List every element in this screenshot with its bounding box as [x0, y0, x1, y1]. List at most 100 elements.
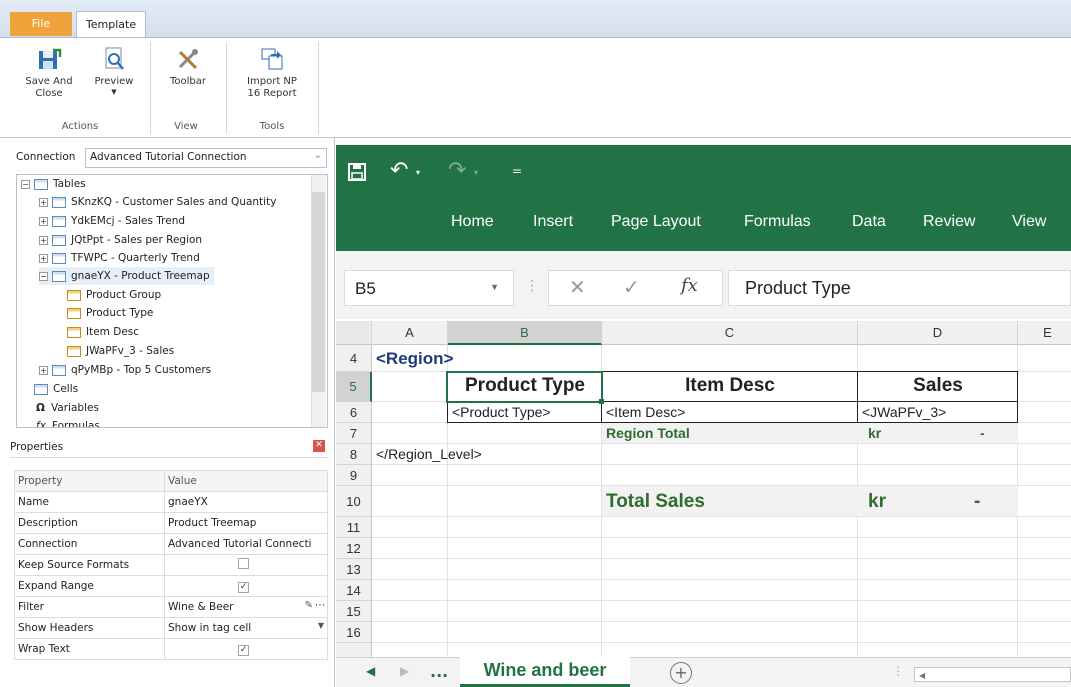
chevron-down-icon[interactable]: ▼: [490, 282, 499, 292]
connection-select[interactable]: Advanced Tutorial Connection ⌄: [85, 148, 327, 168]
toolbar-button[interactable]: Toolbar: [160, 40, 216, 88]
tree-node-formulas[interactable]: fx Formulas: [21, 417, 100, 427]
property-row[interactable]: Expand Range ✓: [14, 575, 328, 597]
cell-d6[interactable]: <JWaPFv_3>: [862, 404, 946, 420]
tree-node-variables[interactable]: Ω Variables: [21, 399, 99, 417]
expand-icon[interactable]: +: [39, 253, 48, 263]
tree-scrollbar-thumb[interactable]: [312, 192, 325, 392]
property-row[interactable]: Name gnaeYX: [14, 491, 328, 513]
collapse-icon[interactable]: −: [21, 179, 30, 189]
row-header[interactable]: [336, 643, 372, 657]
expand-icon[interactable]: +: [39, 197, 48, 207]
cell-c10[interactable]: Total Sales: [606, 491, 705, 513]
cell-c7[interactable]: Region Total: [606, 425, 690, 441]
expand-icon[interactable]: +: [39, 365, 48, 375]
tab-view[interactable]: View: [1012, 213, 1046, 231]
drag-handle-icon[interactable]: ⋮: [525, 278, 539, 294]
row-header[interactable]: 11: [336, 517, 372, 538]
enter-icon[interactable]: ✓: [623, 275, 640, 299]
row-header[interactable]: 15: [336, 601, 372, 622]
chevron-down-icon[interactable]: ▼: [318, 621, 324, 630]
cell-c5[interactable]: Item Desc: [602, 375, 858, 397]
property-row[interactable]: Show Headers Show in tag cell ▼: [14, 617, 328, 639]
insert-function-icon[interactable]: fx: [681, 275, 698, 296]
row-header[interactable]: 6: [336, 402, 372, 423]
row-header[interactable]: 12: [336, 538, 372, 559]
sheet-tab-wine-and-beer[interactable]: Wine and beer: [460, 657, 630, 687]
tree-node-table[interactable]: + TFWPC - Quarterly Trend: [39, 249, 200, 267]
tree-node-table-selected[interactable]: − gnaeYX - Product Treemap: [39, 267, 214, 285]
row-header[interactable]: 4: [336, 345, 372, 372]
save-icon[interactable]: [348, 163, 366, 186]
spreadsheet-grid[interactable]: A B C D E 4 5 6 7 8 9 10 11 12 13 14 15 …: [336, 321, 1071, 657]
add-sheet-icon[interactable]: +: [670, 662, 692, 684]
cell-d5[interactable]: Sales: [858, 375, 1018, 397]
more-sheets-button[interactable]: ...: [430, 662, 448, 681]
tree-node-field[interactable]: Product Group: [67, 286, 161, 304]
tree-node-cells[interactable]: Cells: [21, 380, 78, 398]
property-row[interactable]: Connection Advanced Tutorial Connecti: [14, 533, 328, 555]
undo-icon[interactable]: ↶: [390, 158, 408, 183]
cell-a4[interactable]: <Region>: [376, 349, 453, 369]
column-header[interactable]: C: [602, 321, 858, 345]
tab-file[interactable]: File: [10, 12, 72, 36]
property-row[interactable]: Description Product Treemap: [14, 512, 328, 534]
checkbox-checked[interactable]: ✓: [238, 581, 249, 593]
tree-node-table[interactable]: + SKnzKQ - Customer Sales and Quantity: [39, 193, 276, 211]
tree-node-field[interactable]: Item Desc: [67, 323, 139, 341]
property-row[interactable]: Wrap Text ✓: [14, 638, 328, 660]
tab-home[interactable]: Home: [451, 213, 494, 231]
cell-d7-currency[interactable]: kr: [868, 425, 881, 441]
save-and-close-button[interactable]: Save And Close: [18, 40, 80, 100]
customize-toolbar-icon[interactable]: =: [512, 164, 522, 178]
column-header[interactable]: B: [448, 321, 602, 345]
row-header[interactable]: 10: [336, 486, 372, 517]
edit-filter-icon[interactable]: ✎: [305, 600, 313, 611]
row-header[interactable]: 5: [336, 372, 372, 402]
cell-a8[interactable]: </Region_Level>: [376, 446, 482, 462]
collapse-icon[interactable]: −: [39, 271, 48, 281]
tab-formulas[interactable]: Formulas: [744, 213, 811, 231]
cell-d7-value[interactable]: -: [980, 425, 985, 441]
cell-d10-currency[interactable]: kr: [868, 491, 886, 513]
tab-template[interactable]: Template: [76, 11, 146, 38]
row-header[interactable]: 8: [336, 444, 372, 465]
cancel-icon[interactable]: ✕: [569, 275, 586, 299]
expand-icon[interactable]: +: [39, 216, 48, 226]
row-header[interactable]: 9: [336, 465, 372, 486]
tree-node-field[interactable]: Product Type: [67, 304, 153, 322]
cell-b5[interactable]: Product Type: [448, 375, 602, 397]
undo-dropdown-icon[interactable]: ▾: [416, 168, 420, 177]
cell-c6[interactable]: <Item Desc>: [606, 404, 685, 420]
scroll-left-icon[interactable]: ◀: [366, 664, 375, 678]
fill-handle[interactable]: [599, 399, 604, 404]
row-header[interactable]: 7: [336, 423, 372, 444]
cell-b6[interactable]: <Product Type>: [452, 404, 551, 420]
tab-review[interactable]: Review: [923, 213, 975, 231]
tables-tree[interactable]: − Tables + SKnzKQ - Customer Sales and Qua…: [16, 174, 328, 428]
tree-node-field[interactable]: JWaPFv_3 - Sales: [67, 342, 174, 360]
more-icon[interactable]: ⋯: [315, 600, 325, 611]
close-icon[interactable]: ✕: [313, 440, 325, 452]
scroll-right-icon[interactable]: ▶: [400, 664, 409, 678]
preview-button[interactable]: Preview ▼: [86, 40, 142, 96]
tree-node-table[interactable]: + YdkEMcj - Sales Trend: [39, 212, 185, 230]
tree-node-table[interactable]: + qPyMBp - Top 5 Customers: [39, 361, 211, 379]
property-row[interactable]: Keep Source Formats: [14, 554, 328, 576]
name-box[interactable]: B5 ▼: [344, 270, 514, 306]
column-header[interactable]: A: [372, 321, 448, 345]
import-report-button[interactable]: Import NP 16 Report: [236, 40, 308, 100]
tree-node-tables[interactable]: − Tables: [21, 175, 86, 193]
tab-insert[interactable]: Insert: [533, 213, 573, 231]
row-header[interactable]: 14: [336, 580, 372, 601]
horizontal-scrollbar[interactable]: ◀: [914, 667, 1071, 682]
row-header[interactable]: 13: [336, 559, 372, 580]
property-row[interactable]: Filter Wine & Beer ✎ ⋯: [14, 596, 328, 618]
tab-page-layout[interactable]: Page Layout: [611, 213, 701, 231]
scroll-left-icon[interactable]: ◀: [919, 671, 925, 680]
select-all-corner[interactable]: [336, 321, 372, 345]
tree-node-table[interactable]: + JQtPpt - Sales per Region: [39, 231, 202, 249]
formula-input[interactable]: Product Type: [728, 270, 1071, 306]
checkbox[interactable]: [238, 558, 249, 569]
cell-d10-value[interactable]: -: [974, 491, 980, 513]
